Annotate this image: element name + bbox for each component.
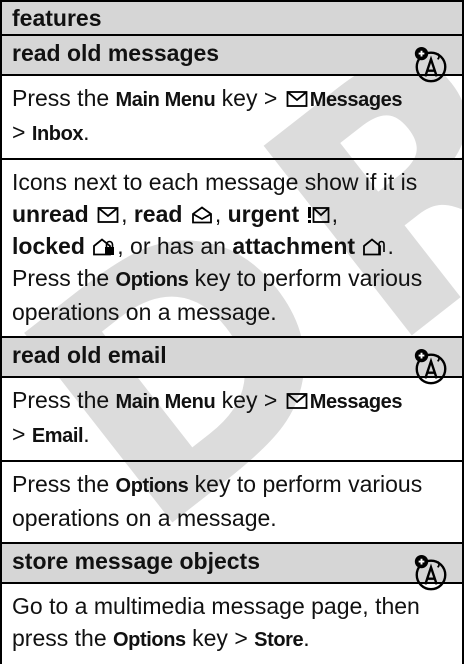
section-title-read-old-email: read old email <box>2 338 462 385</box>
text: . <box>83 119 90 145</box>
section-title-read-old-messages: read old messages <box>2 36 462 83</box>
key-options: Options <box>115 475 189 497</box>
text: > <box>12 421 32 447</box>
paragraph: Go to a multimedia message page, then pr… <box>2 584 462 664</box>
paragraph: Press the Main Menu key > Messages > Inb… <box>2 76 462 160</box>
paragraph: Icons next to each message show if it is… <box>2 160 462 338</box>
urgent-envelope-icon <box>307 207 329 223</box>
table-header: features <box>2 0 462 36</box>
label-unread: unread <box>12 201 89 227</box>
text: . <box>83 421 90 447</box>
section-title-text: read old messages <box>12 40 220 66</box>
text: Icons next to each message show if it is <box>12 169 418 195</box>
read-envelope-icon <box>191 206 212 224</box>
label-locked: locked <box>12 233 85 259</box>
text: key > <box>185 625 255 651</box>
text: Press the <box>12 265 116 291</box>
text: , or has an <box>117 233 233 259</box>
key-main-menu: Main Menu <box>115 391 216 413</box>
network-feature-icon <box>414 348 447 385</box>
label-read: read <box>133 201 183 227</box>
key-options: Options <box>115 269 189 291</box>
key-messages: Messages <box>309 391 403 413</box>
key-options: Options <box>113 629 186 651</box>
label-attachment: attachment <box>232 233 356 259</box>
envelope-icon <box>286 393 308 409</box>
section-title-store-message-objects: store message objects <box>2 544 462 591</box>
network-feature-icon <box>414 554 447 591</box>
key-email: Email <box>31 425 84 447</box>
text: . <box>303 625 310 651</box>
attachment-envelope-icon <box>363 238 386 256</box>
label-urgent: urgent <box>227 201 300 227</box>
unread-envelope-icon <box>97 207 119 223</box>
text: key > <box>215 387 284 413</box>
text: Press the <box>12 387 116 413</box>
key-inbox: Inbox <box>31 123 84 145</box>
paragraph: Press the Options key to perform various… <box>2 462 462 544</box>
section-title-text: store message objects <box>12 548 261 574</box>
feature-table: features read old messages Press the Mai… <box>0 0 464 664</box>
paragraph: Press the Main Menu key > Messages > Ema… <box>2 378 462 462</box>
network-feature-icon <box>414 46 447 83</box>
section-title-text: read old email <box>12 342 167 368</box>
key-main-menu: Main Menu <box>115 89 216 111</box>
text: > <box>12 119 32 145</box>
text: Press the <box>12 471 116 497</box>
text: key > <box>215 85 284 111</box>
text: Press the <box>12 85 116 111</box>
locked-envelope-icon <box>93 238 115 256</box>
key-store: Store <box>254 629 304 651</box>
envelope-icon <box>286 91 308 107</box>
key-messages: Messages <box>309 89 403 111</box>
